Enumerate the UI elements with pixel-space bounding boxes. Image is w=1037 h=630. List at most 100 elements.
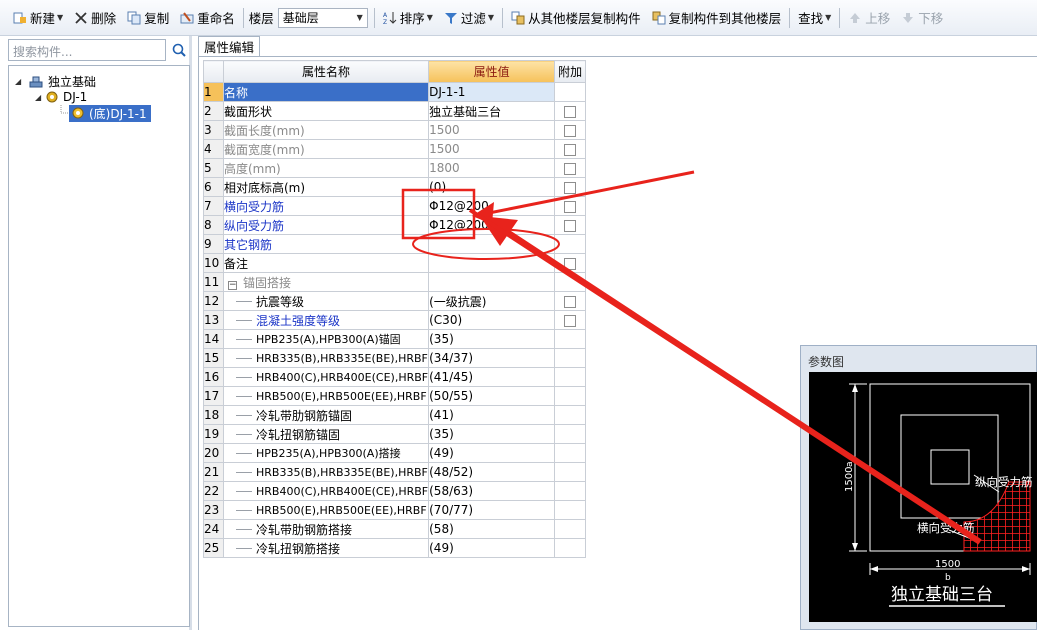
table-row[interactable]: 12 抗震等级 (一级抗震) (203, 291, 587, 311)
property-value[interactable]: 独立基础三台 (428, 101, 556, 121)
chevron-down-icon: ▼ (356, 13, 363, 22)
table-row[interactable]: 4 截面宽度(mm) 1500 (203, 139, 587, 159)
table-row[interactable]: 2 截面形状 独立基础三台 (203, 101, 587, 121)
property-value[interactable]: 1500 (428, 139, 556, 159)
tree-item-foundation[interactable]: ◢ 独立基础 (15, 73, 96, 89)
property-value[interactable] (428, 253, 556, 273)
row-number: 4 (203, 139, 224, 159)
property-value (428, 272, 556, 292)
inner-step-outline (930, 449, 970, 485)
property-value[interactable]: (41/45) (428, 367, 556, 387)
property-value[interactable]: (49) (428, 443, 556, 463)
tree-item-dj1[interactable]: ◢ DJ-1 (35, 89, 87, 105)
property-value[interactable]: 1500 (428, 120, 556, 140)
table-row[interactable]: 10 备注 (203, 253, 587, 273)
row-number: 16 (203, 367, 224, 387)
delete-button[interactable]: 删除 (71, 6, 119, 30)
table-row[interactable]: 17 HRB500(E),HRB500E(EE),HRBF (50/55) (203, 386, 587, 406)
table-row[interactable]: 8 纵向受力筋 Φ12@200 (203, 215, 587, 235)
new-button[interactable]: 新建 ▼ (10, 6, 66, 30)
property-value[interactable]: DJ-1-1 (428, 82, 556, 102)
extra-checkbox[interactable] (564, 257, 577, 270)
column-header-value[interactable]: 属性值 (428, 60, 556, 83)
search-input[interactable]: 搜索构件... (8, 39, 166, 61)
extra-checkbox[interactable] (564, 105, 577, 118)
property-value[interactable]: (41) (428, 405, 556, 425)
row-number: 8 (203, 215, 224, 235)
collapse-icon[interactable]: ◢ (35, 93, 45, 102)
property-value[interactable] (428, 234, 556, 254)
table-row[interactable]: 18 冷轧带肋钢筋锚固 (41) (203, 405, 587, 425)
property-value[interactable]: 1800 (428, 158, 556, 178)
property-name-cell: HRB400(C),HRB400E(CE),HRBF (222, 367, 430, 387)
property-value[interactable]: (一级抗震) (428, 291, 556, 311)
table-row[interactable]: 14 HPB235(A),HPB300(A)锚固 (35) (203, 329, 587, 349)
table-row[interactable]: 24 冷轧带肋钢筋搭接 (58) (203, 519, 587, 539)
table-row[interactable]: 22 HRB400(C),HRB400E(CE),HRBF (58/63) (203, 481, 587, 501)
tree-line (236, 338, 252, 340)
copy-button[interactable]: 复制 (124, 6, 172, 30)
table-row[interactable]: 23 HRB500(E),HRB500E(EE),HRBF (70/77) (203, 500, 587, 520)
move-up-button[interactable]: 上移 (845, 6, 893, 30)
column-header-extra[interactable]: 附加 (554, 60, 587, 83)
filter-button[interactable]: 过滤 ▼ (441, 6, 497, 30)
table-row[interactable]: 9 其它钢筋 (203, 234, 587, 254)
table-row[interactable]: 6 相对底标高(m) (0) (203, 177, 587, 197)
table-row[interactable]: 25 冷轧扭钢筋搭接 (49) (203, 538, 587, 558)
tree-line (236, 528, 252, 530)
extra-cell (554, 481, 587, 501)
extra-checkbox[interactable] (564, 181, 577, 194)
property-value[interactable]: Φ12@200 (428, 215, 556, 235)
extra-checkbox[interactable] (564, 200, 577, 213)
table-row-group[interactable]: 11 − 锚固搭接 (203, 272, 587, 292)
property-value[interactable]: (48/52) (428, 462, 556, 482)
property-value[interactable]: Φ12@200 (428, 196, 556, 216)
dim-b-label: b (945, 573, 951, 583)
property-value[interactable]: (58/63) (428, 481, 556, 501)
property-value[interactable]: (49) (428, 538, 556, 558)
table-row[interactable]: 7 横向受力筋 Φ12@200 (203, 196, 587, 216)
copy-to-floor-button[interactable]: 复制构件到其他楼层 (649, 6, 785, 30)
table-row[interactable]: 5 高度(mm) 1800 (203, 158, 587, 178)
extra-checkbox[interactable] (564, 219, 577, 232)
extra-checkbox[interactable] (564, 143, 577, 156)
property-value[interactable]: (35) (428, 329, 556, 349)
property-value[interactable]: (0) (428, 177, 556, 197)
table-row[interactable]: 19 冷轧扭钢筋锚固 (35) (203, 424, 587, 444)
property-grid: 属性名称 属性值 附加 1 名称 DJ-1-1 2 截面形状 独立基础三台 3 … (203, 60, 587, 558)
tab-property-edit[interactable]: 属性编辑 (198, 36, 260, 56)
collapse-icon[interactable]: − (228, 280, 237, 290)
property-value[interactable]: (34/37) (428, 348, 556, 368)
tree-line (236, 509, 252, 511)
dim-a-label: a (845, 461, 855, 467)
property-value[interactable]: (50/55) (428, 386, 556, 406)
floor-select[interactable]: 基础层 ▼ (277, 7, 368, 28)
search-button[interactable] (168, 39, 190, 61)
extra-cell (554, 158, 587, 178)
property-value[interactable]: (C30) (428, 310, 556, 330)
property-value[interactable]: (70/77) (428, 500, 556, 520)
table-row[interactable]: 3 截面长度(mm) 1500 (203, 120, 587, 140)
row-number: 18 (203, 405, 224, 425)
extra-checkbox[interactable] (564, 295, 577, 308)
table-row[interactable]: 1 名称 DJ-1-1 (203, 82, 587, 102)
extra-checkbox[interactable] (564, 314, 577, 327)
extra-checkbox[interactable] (564, 124, 577, 137)
tree-item-dj1-1[interactable]: (底)DJ-1-1 (55, 104, 151, 122)
move-down-button[interactable]: 下移 (898, 6, 946, 30)
copy-from-floor-button[interactable]: 从其他楼层复制构件 (508, 6, 644, 30)
property-value[interactable]: (35) (428, 424, 556, 444)
table-row[interactable]: 16 HRB400(C),HRB400E(CE),HRBF (41/45) (203, 367, 587, 387)
property-value[interactable]: (58) (428, 519, 556, 539)
table-row[interactable]: 15 HRB335(B),HRB335E(BE),HRBF (34/37) (203, 348, 587, 368)
table-row[interactable]: 21 HRB335(B),HRB335E(BE),HRBF (48/52) (203, 462, 587, 482)
extra-checkbox[interactable] (564, 162, 577, 175)
find-button[interactable]: 查找 ▼ (795, 6, 834, 30)
collapse-icon[interactable]: ◢ (15, 77, 25, 86)
rename-button[interactable]: 重命名 (177, 6, 238, 30)
table-row[interactable]: 13 混凝土强度等级 (C30) (203, 310, 587, 330)
column-header-name[interactable]: 属性名称 (222, 60, 430, 83)
row-number: 6 (203, 177, 224, 197)
sort-button[interactable]: AZ 排序 ▼ (380, 6, 436, 30)
table-row[interactable]: 20 HPB235(A),HPB300(A)搭接 (49) (203, 443, 587, 463)
